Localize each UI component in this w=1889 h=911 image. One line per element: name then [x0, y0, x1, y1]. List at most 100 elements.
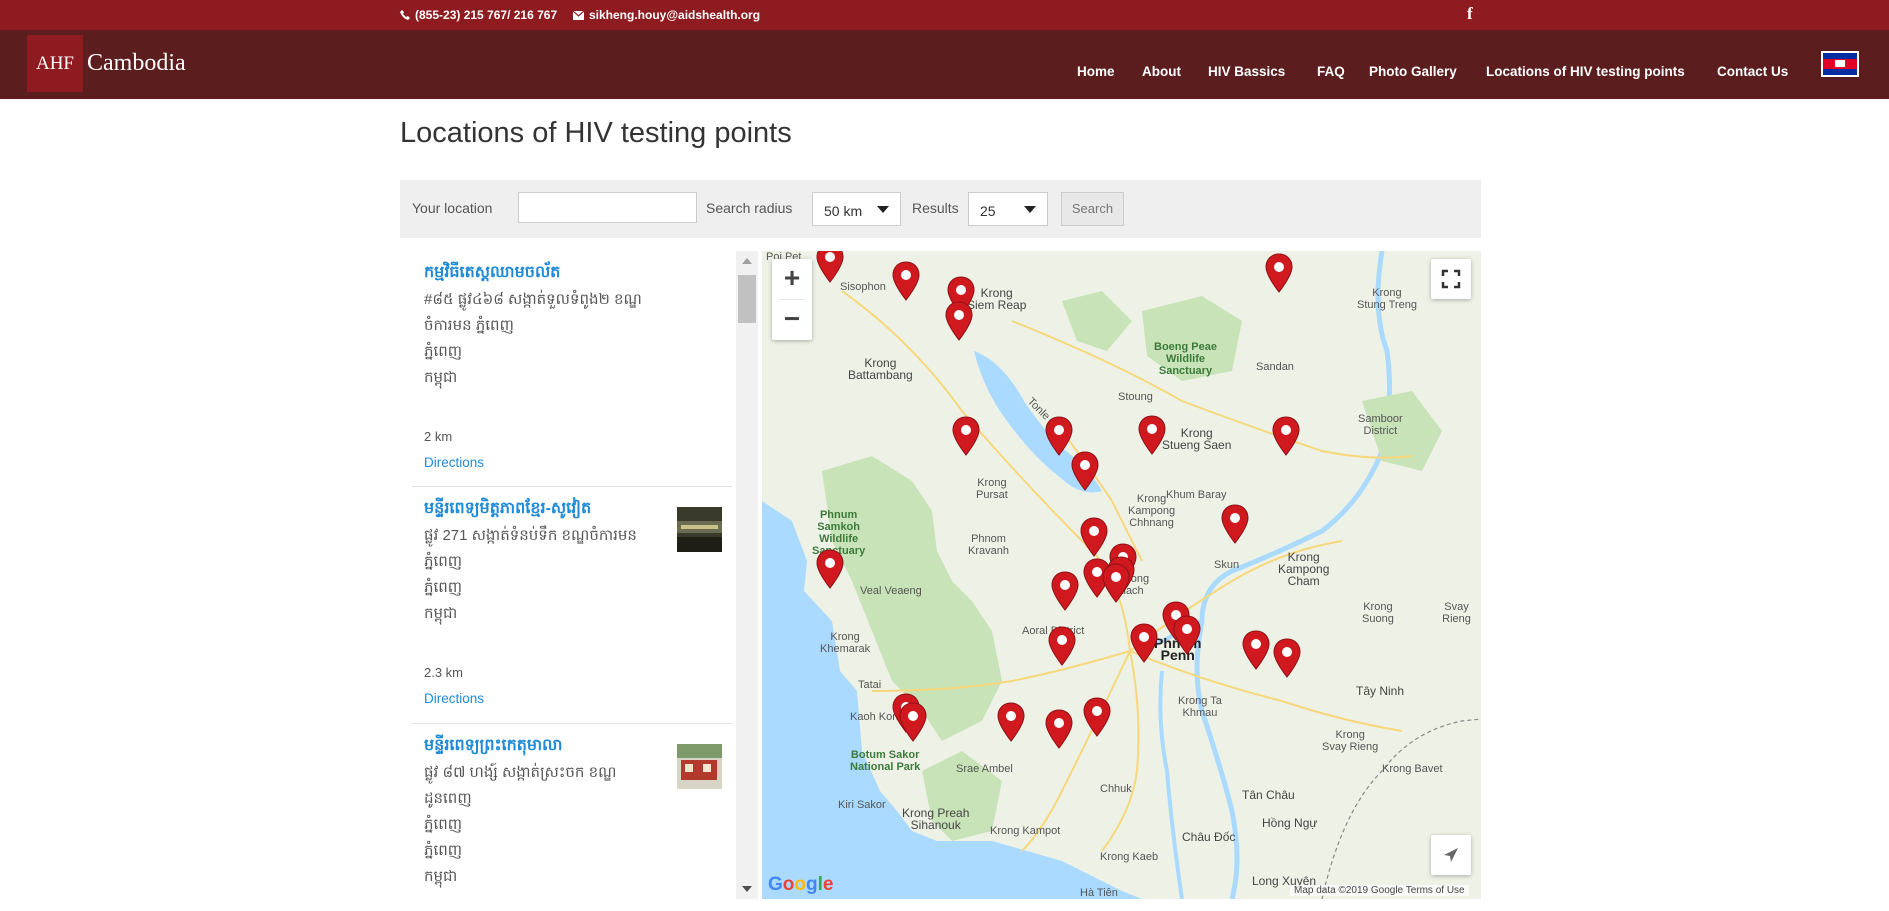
- results-value: 25: [980, 203, 996, 219]
- map-pin-icon[interactable]: [1045, 416, 1073, 456]
- map-pin-icon[interactable]: [1051, 571, 1079, 611]
- directions-link[interactable]: Directions: [424, 455, 484, 470]
- nav-locations[interactable]: Locations of HIV testing points: [1486, 64, 1685, 79]
- list-scrollbar[interactable]: [736, 251, 758, 899]
- scrollbar-thumb[interactable]: [738, 275, 756, 323]
- nav-about[interactable]: About: [1142, 64, 1181, 79]
- chevron-down-icon: [1024, 206, 1036, 213]
- map-pin-icon[interactable]: [1221, 504, 1249, 544]
- zoom-out-button[interactable]: −: [772, 300, 812, 340]
- scroll-up-icon[interactable]: [742, 258, 752, 264]
- map-pin-icon[interactable]: [952, 416, 980, 456]
- location-title[interactable]: មន្ទីរពេទ្យមិត្តភាពខ្មែរ-សូវៀត: [424, 497, 591, 521]
- phone-contact[interactable]: (855-23) 215 767/ 216 767: [400, 8, 557, 22]
- map-label: Stoung: [1118, 391, 1153, 403]
- map-label: Sandan: [1256, 361, 1294, 373]
- map-label: Krong Kampot: [990, 825, 1061, 837]
- search-form: Your location Search radius 50 km Result…: [400, 180, 1481, 238]
- results-list[interactable]: កម្មវិធីតេស្តឈាមចល័ត #៨៥ ផ្លូវ៤៦៨ សង្កាត…: [400, 251, 758, 899]
- map-pin-icon[interactable]: [1080, 517, 1108, 557]
- map-label: Botum Sakor National Park: [850, 749, 921, 773]
- chevron-down-icon: [877, 206, 889, 213]
- list-item[interactable]: មន្ទីរពេទ្យព្រះកេតុមាលា ផ្លូវ ៨៧ ហង្ស៍ ស…: [400, 724, 732, 899]
- nav-hiv-basics[interactable]: HIV Bassics: [1208, 64, 1285, 79]
- map-pin-icon[interactable]: [1173, 615, 1201, 655]
- map-pin-icon[interactable]: [997, 702, 1025, 742]
- page-title: Locations of HIV testing points: [400, 117, 792, 149]
- facebook-icon[interactable]: f: [1467, 4, 1473, 24]
- map-label: Krong Kaeb: [1100, 851, 1159, 863]
- map-pin-icon[interactable]: [1071, 451, 1099, 491]
- zoom-in-button[interactable]: +: [772, 259, 812, 299]
- map-pin-icon[interactable]: [1048, 626, 1076, 666]
- location-title[interactable]: កម្មវិធីតេស្តឈាមចល័ត: [424, 261, 560, 285]
- map-label: Krong Kampong Cham: [1278, 550, 1330, 588]
- map-pin-icon[interactable]: [1242, 630, 1270, 670]
- map-label: Samboor District: [1358, 413, 1403, 437]
- directions-link[interactable]: Directions: [424, 691, 484, 706]
- map-pin-icon[interactable]: [899, 702, 927, 742]
- map-pin-icon[interactable]: [1138, 415, 1166, 455]
- map-pin-icon[interactable]: [1045, 709, 1073, 749]
- map-pin-icon[interactable]: [816, 251, 844, 283]
- radius-select[interactable]: 50 km: [812, 192, 901, 226]
- map-label: Krong Bavet: [1382, 763, 1443, 775]
- location-address: ផ្លូវ 271 សង្កាត់ទំនប់ទឹក ខណ្ឌចំការមន ភ្…: [424, 523, 664, 627]
- phone-number: (855-23) 215 767/ 216 767: [415, 8, 558, 22]
- nav-faq[interactable]: FAQ: [1317, 64, 1345, 79]
- map-label: Krong Preah Sihanouk: [902, 806, 970, 832]
- list-item[interactable]: មន្ទីរពេទ្យមិត្តភាពខ្មែរ-សូវៀត ផ្លូវ 271…: [400, 487, 732, 724]
- list-item[interactable]: កម្មវិធីតេស្តឈាមចល័ត #៨៥ ផ្លូវ៤៦៨ សង្កាត…: [400, 251, 732, 487]
- location-distance: 2 km: [424, 429, 453, 444]
- google-logo: Google: [768, 874, 834, 895]
- top-contact-bar: (855-23) 215 767/ 216 767 sikheng.houy@a…: [0, 0, 1889, 30]
- envelope-icon: [573, 10, 584, 20]
- cambodia-flag-icon[interactable]: [1821, 51, 1859, 77]
- map-pin-icon[interactable]: [892, 261, 920, 301]
- address-line: កម្ពុជា: [424, 868, 458, 885]
- map-label: Boeng Peae Wildlife Sanctuary: [1154, 341, 1217, 377]
- logo-mark: AHF: [27, 35, 83, 92]
- map-label: Tây Ninh: [1356, 684, 1405, 698]
- map-pin-icon[interactable]: [945, 301, 973, 341]
- map-attribution[interactable]: Map data ©2019 Google Terms of Use: [1290, 885, 1469, 896]
- map-pin-icon[interactable]: [1083, 697, 1111, 737]
- map-label: Krong Battambang: [848, 356, 913, 382]
- map-label: Krong Ta Khmau: [1178, 695, 1222, 719]
- results-select[interactable]: 25: [968, 192, 1048, 226]
- map-view[interactable]: Poi Pet Sisophon Krong Siem Reap Krong B…: [762, 251, 1481, 899]
- logo-text: Cambodia: [87, 50, 186, 76]
- flag-temple-emblem: [1835, 60, 1845, 67]
- site-logo[interactable]: AHF Cambodia: [27, 35, 186, 92]
- search-button[interactable]: Search: [1061, 192, 1124, 226]
- map-label: Krong Siem Reap: [967, 286, 1027, 312]
- nav-home[interactable]: Home: [1077, 64, 1115, 79]
- location-photo: [677, 744, 722, 789]
- map-label: Sisophon: [840, 281, 886, 293]
- nav-contact-us[interactable]: Contact Us: [1717, 64, 1788, 79]
- nav-photo-gallery[interactable]: Photo Gallery: [1369, 64, 1457, 79]
- fullscreen-button[interactable]: [1431, 259, 1471, 299]
- address-line: កម្ពុជា: [424, 605, 458, 622]
- map-label: Svay Rieng: [1442, 601, 1471, 625]
- location-photo: [677, 507, 722, 552]
- map-pin-icon[interactable]: [1272, 416, 1300, 456]
- radius-value: 50 km: [824, 203, 863, 219]
- map-pin-icon[interactable]: [1265, 253, 1293, 293]
- site-header: AHF Cambodia Home About HIV Bassics FAQ …: [0, 30, 1889, 99]
- map-pin-icon[interactable]: [816, 549, 844, 589]
- map-pin-icon[interactable]: [1102, 563, 1130, 603]
- radius-label: Search radius: [706, 200, 793, 216]
- address-line: ផ្លូវ 271 សង្កាត់ទំនប់ទឹក ខណ្ឌចំការមន ភ្…: [424, 527, 637, 570]
- location-address: ផ្លូវ ៨៧ ហង្ស៍ សង្កាត់ស្រះចក ខណ្ឌដូនពេញ …: [424, 760, 664, 890]
- scroll-down-icon[interactable]: [742, 886, 752, 892]
- map-pin-icon[interactable]: [1273, 638, 1301, 678]
- location-input[interactable]: [518, 192, 697, 223]
- map-pin-icon[interactable]: [1130, 623, 1158, 663]
- location-title[interactable]: មន្ទីរពេទ្យព្រះកេតុមាលា: [424, 734, 562, 758]
- locate-me-button[interactable]: [1431, 835, 1471, 875]
- email-contact[interactable]: sikheng.houy@aidshealth.org: [573, 8, 760, 22]
- location-arrow-icon: [1444, 848, 1458, 862]
- map-label: Châu Đốc: [1182, 830, 1236, 844]
- address-line: ភ្នំពេញ: [424, 816, 463, 833]
